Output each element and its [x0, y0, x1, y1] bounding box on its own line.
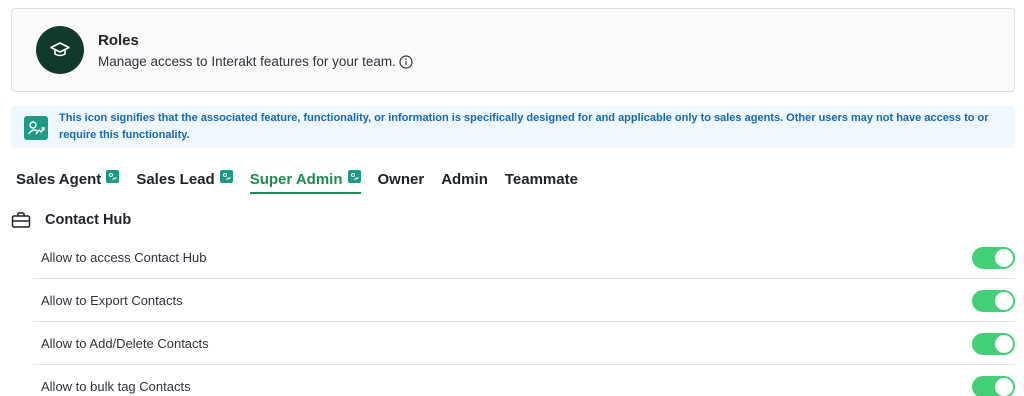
role-tabs: Sales Agent Sales Lead Super Admin Owner… — [16, 168, 595, 196]
page-subtitle-text: Manage access to Interakt features for y… — [98, 54, 396, 69]
info-icon[interactable] — [399, 54, 413, 69]
toggle-knob — [995, 334, 1013, 353]
tab-label: Teammate — [504, 170, 578, 188]
graduation-cap-icon — [36, 26, 84, 74]
toggle-knob — [995, 377, 1013, 396]
briefcase-icon — [11, 211, 31, 229]
permission-label: Allow to access Contact Hub — [41, 250, 207, 265]
tab-super-admin[interactable]: Super Admin — [249, 168, 361, 194]
permission-toggle[interactable] — [972, 332, 1015, 355]
sales-agent-notice: This icon signifies that the associated … — [11, 106, 1015, 148]
permission-toggle[interactable] — [972, 375, 1015, 396]
tab-owner[interactable]: Owner — [378, 168, 425, 190]
sales-agent-icon — [106, 170, 120, 183]
permission-label: Allow to bulk tag Contacts — [41, 379, 191, 394]
section-title: Contact Hub — [45, 212, 132, 228]
permission-toggle[interactable] — [972, 289, 1015, 312]
roles-header-card: Roles Manage access to Interakt features… — [11, 8, 1015, 92]
sales-agent-icon — [24, 116, 48, 140]
page-title: Roles — [98, 32, 139, 49]
tab-label: Owner — [377, 170, 425, 188]
permission-row: Allow to Add/Delete Contacts — [33, 322, 1015, 365]
permission-label: Allow to Export Contacts — [41, 293, 183, 308]
notice-text: This icon signifies that the associated … — [59, 112, 989, 141]
contact-hub-section-header: Contact Hub — [11, 211, 131, 229]
tab-label: Admin — [441, 170, 488, 188]
tab-label: Sales Agent — [16, 170, 102, 188]
permission-toggle[interactable] — [972, 246, 1015, 269]
tab-admin[interactable]: Admin — [441, 168, 488, 190]
tab-teammate[interactable]: Teammate — [505, 168, 578, 190]
sales-agent-icon — [219, 170, 233, 183]
toggle-knob — [995, 291, 1013, 310]
toggle-knob — [995, 248, 1013, 267]
tab-sales-lead[interactable]: Sales Lead — [136, 168, 233, 190]
permission-row: Allow to Export Contacts — [33, 279, 1015, 322]
permission-label: Allow to Add/Delete Contacts — [41, 336, 209, 351]
sales-agent-icon — [347, 170, 361, 183]
permission-row: Allow to bulk tag Contacts — [41, 365, 1015, 396]
tab-label: Super Admin — [249, 170, 343, 188]
page-subtitle: Manage access to Interakt features for y… — [98, 54, 413, 69]
permission-row: Allow to access Contact Hub — [33, 236, 1015, 279]
tab-label: Sales Lead — [136, 170, 215, 188]
tab-sales-agent[interactable]: Sales Agent — [16, 168, 120, 190]
